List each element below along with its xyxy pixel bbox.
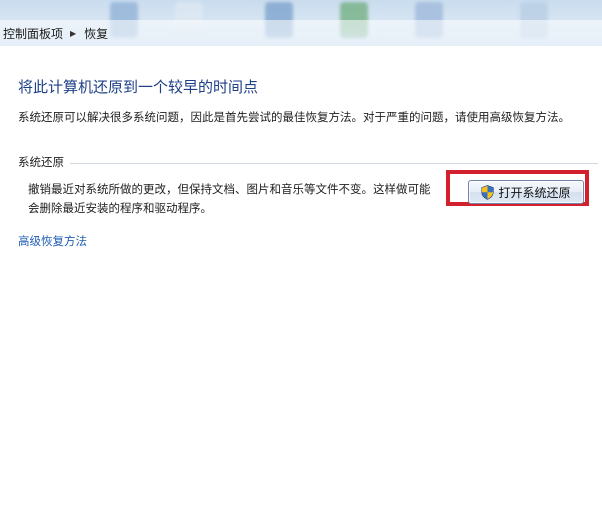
system-restore-section-label: 系统还原 [18, 155, 64, 169]
system-restore-description: 撤销最近对系统所做的更改，但保持文档、图片和音乐等文件不变。这样做可能 会删除最… [28, 180, 448, 218]
advanced-recovery-link[interactable]: 高级恢复方法 [18, 233, 87, 249]
description-line: 会删除最近安装的程序和驱动程序。 [28, 201, 212, 215]
section-divider [70, 163, 598, 164]
chevron-right-icon[interactable]: ▶ [70, 29, 76, 38]
page-title: 将此计算机还原到一个较早的时间点 [18, 78, 259, 96]
breadcrumb-item-recovery[interactable]: 恢复 [81, 25, 111, 42]
breadcrumb: 控制面板项 ▶ 恢复 [0, 20, 602, 47]
description-line: 撤销最近对系统所做的更改，但保持文档、图片和音乐等文件不变。这样做可能 [28, 182, 431, 196]
open-system-restore-button[interactable]: 打开系统还原 [468, 180, 584, 204]
uac-shield-icon [481, 184, 495, 200]
open-system-restore-label: 打开系统还原 [498, 185, 571, 200]
intro-text: 系统还原可以解决很多系统问题，因此是首先尝试的最佳恢复方法。对于严重的问题，请使… [18, 110, 570, 124]
main-content: 将此计算机还原到一个较早的时间点 系统还原可以解决很多系统问题，因此是首先尝试的… [0, 46, 602, 511]
breadcrumb-item-control-panel-items[interactable]: 控制面板项 [0, 25, 66, 42]
